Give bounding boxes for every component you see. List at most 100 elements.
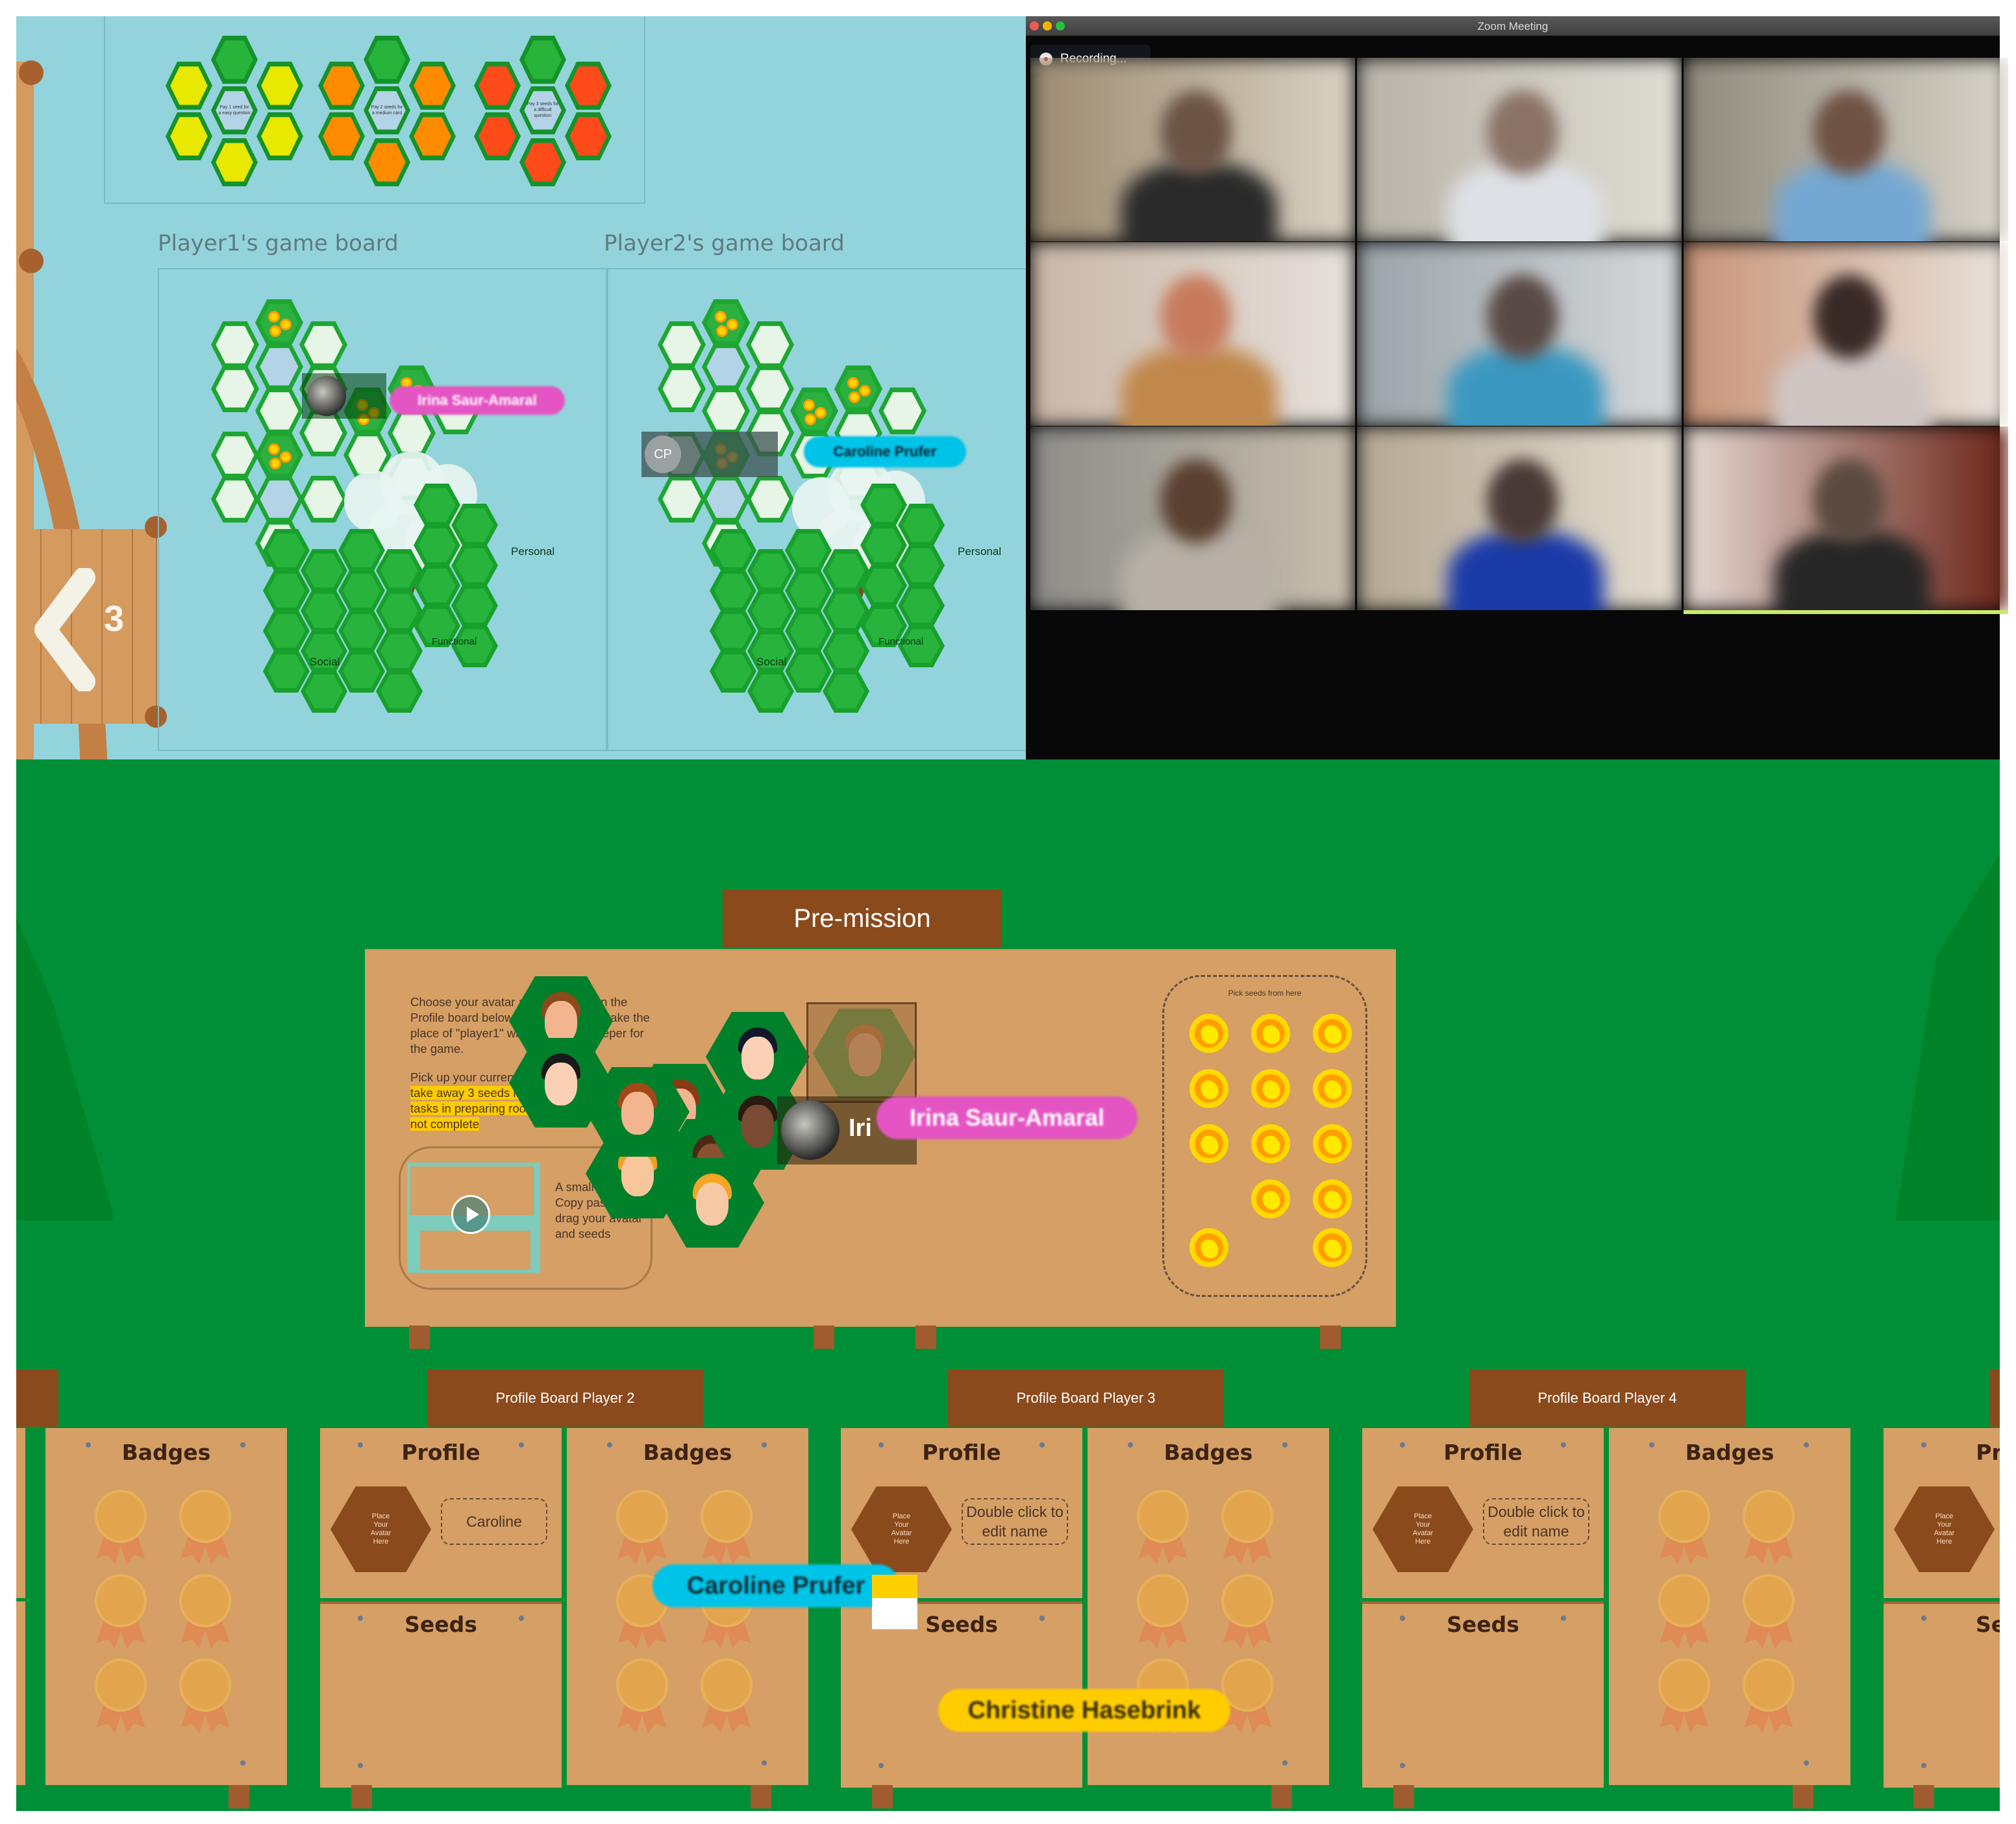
seed-coin[interactable] <box>1189 1124 1228 1163</box>
badge-slot[interactable] <box>701 1658 753 1736</box>
avatar-placeholder[interactable]: Place Your Avatar Here <box>1894 1486 1995 1572</box>
seeds-panel[interactable]: Seeds <box>1362 1601 1604 1788</box>
badge-slot[interactable] <box>1743 1574 1795 1652</box>
difficulty-cluster[interactable]: Pay 3 seeds for a difficult question <box>474 36 612 186</box>
seed-coin[interactable] <box>1251 1124 1290 1163</box>
profile-panel[interactable]: ProfiPlace Your Avatar HereD t <box>1884 1428 2000 1598</box>
hex-tile[interactable] <box>166 62 212 110</box>
participant-video-tile[interactable] <box>1684 58 2008 241</box>
profile-panel[interactable]: Profile Place Your Avatar Here Double clic… <box>1362 1428 1604 1598</box>
seed-coin[interactable] <box>1313 1124 1352 1163</box>
zoom-meeting-window[interactable]: Zoom Meeting Recording... <box>1026 16 2008 759</box>
participant-video-tile[interactable] <box>1684 242 2008 426</box>
seed-token[interactable] <box>815 407 827 419</box>
badge-slot[interactable] <box>616 1658 668 1736</box>
seed-coin[interactable] <box>1251 1014 1290 1053</box>
badge-slot[interactable] <box>701 1490 753 1568</box>
play-icon[interactable] <box>451 1195 490 1234</box>
badge-slot[interactable] <box>1221 1490 1273 1568</box>
seed-token[interactable] <box>727 319 738 330</box>
selected-avatar-frame[interactable] <box>806 1002 917 1103</box>
seed-token[interactable] <box>715 311 727 323</box>
hex-tile[interactable]: Pay 3 seeds for a difficult question <box>519 86 566 134</box>
badge-slot[interactable] <box>179 1574 231 1652</box>
seed-coin[interactable] <box>1313 1228 1352 1267</box>
avatar-placeholder[interactable]: Place Your Avatar Here <box>1373 1486 1473 1572</box>
badge-slot[interactable] <box>1221 1574 1273 1652</box>
badge-slot[interactable] <box>616 1490 668 1568</box>
badge-slot[interactable] <box>95 1574 147 1652</box>
participant-video-tile[interactable] <box>1030 426 1355 610</box>
chevron-left-icon[interactable] <box>29 568 101 691</box>
difficulty-cluster[interactable]: Pay 2 seeds for a medium card <box>318 36 456 186</box>
seed-token[interactable] <box>268 311 280 323</box>
hex-tile[interactable] <box>519 36 566 84</box>
profile-panel[interactable]: Profile Place Your Avatar Here Caroline <box>320 1428 562 1598</box>
participant-video-tile[interactable] <box>1357 426 1682 610</box>
hex-tile[interactable] <box>318 62 365 110</box>
badges-panel[interactable]: Badges <box>1609 1428 1850 1785</box>
seeds-panel[interactable]: Seec <box>1884 1601 2000 1788</box>
badges-panel[interactable]: Badges <box>45 1428 287 1785</box>
hex-tile[interactable]: Pay 1 seed for a easy question <box>211 86 258 134</box>
seed-token[interactable] <box>847 377 859 389</box>
hex-tile[interactable] <box>318 112 365 160</box>
participant-video-tile[interactable] <box>1357 242 1682 426</box>
badge-slot[interactable] <box>1658 1574 1710 1652</box>
hex-tile[interactable] <box>256 62 303 110</box>
badge-slot[interactable] <box>1221 1658 1273 1736</box>
hex-tile[interactable] <box>256 112 303 160</box>
seed-coin[interactable] <box>1313 1179 1352 1218</box>
avatar-placeholder[interactable]: Place Your Avatar Here <box>851 1486 952 1572</box>
hex-tile[interactable]: Pay 2 seeds for a medium card <box>364 86 410 134</box>
participant-video-tile[interactable] <box>1357 58 1682 241</box>
dragged-avatar-photo[interactable] <box>302 373 386 419</box>
miro-board-lower[interactable]: Pre-mission Choose your avatar and repla… <box>16 759 2000 1811</box>
seed-token[interactable] <box>716 325 728 337</box>
hex-tile[interactable] <box>474 112 521 160</box>
seed-coin[interactable] <box>1313 1014 1352 1053</box>
participant-video-tile[interactable] <box>1030 242 1355 426</box>
premission-board[interactable]: Choose your avatar and replace it on the… <box>365 949 1396 1327</box>
player-name-field[interactable]: Double click to edit name <box>962 1498 1068 1545</box>
badge-slot[interactable] <box>1658 1490 1710 1568</box>
seed-token[interactable] <box>268 443 280 455</box>
hex-tile[interactable] <box>166 112 212 160</box>
seeds-panel[interactable]: Seeds <box>320 1601 562 1788</box>
seed-coin[interactable] <box>1189 1228 1228 1267</box>
miro-board-canvas[interactable]: 3 Pay 1 seed for a easy question Pay 2 se… <box>16 16 1026 759</box>
tip-video-thumbnail[interactable] <box>407 1163 540 1273</box>
badge-slot[interactable] <box>1743 1658 1795 1736</box>
player-name-field[interactable]: Caroline <box>441 1498 547 1545</box>
hex-tile[interactable] <box>409 62 456 110</box>
seed-token[interactable] <box>804 413 816 425</box>
difficulty-cluster[interactable]: Pay 1 seed for a easy question <box>166 36 303 186</box>
hex-tile[interactable] <box>565 112 612 160</box>
document-thumbnail[interactable] <box>872 1575 917 1629</box>
seed-token[interactable] <box>803 399 815 411</box>
badge-slot[interactable] <box>1137 1490 1189 1568</box>
seeds-panel[interactable] <box>16 1601 25 1785</box>
badge-slot[interactable] <box>179 1658 231 1736</box>
badge-slot[interactable] <box>95 1658 147 1736</box>
dragged-avatar-cp[interactable]: CP <box>641 432 778 477</box>
participant-video-tile[interactable] <box>1030 58 1355 241</box>
seed-coin[interactable] <box>1189 1069 1228 1108</box>
seed-token[interactable] <box>859 385 871 397</box>
participant-video-tile[interactable] <box>1684 426 2008 614</box>
avatar-placeholder[interactable]: Place Your Avatar Here <box>330 1486 431 1572</box>
badge-slot[interactable] <box>95 1490 147 1568</box>
hex-tile[interactable] <box>364 36 410 84</box>
seed-token[interactable] <box>280 319 292 330</box>
seed-token[interactable] <box>269 325 281 337</box>
profile-panel[interactable] <box>16 1428 25 1598</box>
badge-slot[interactable] <box>179 1490 231 1568</box>
seed-token[interactable] <box>849 391 860 403</box>
badge-slot[interactable] <box>1743 1490 1795 1568</box>
seed-coin[interactable] <box>1189 1014 1228 1053</box>
hex-tile[interactable] <box>409 112 456 160</box>
hex-tile[interactable] <box>211 36 258 84</box>
hex-tile[interactable] <box>565 62 612 110</box>
window-titlebar[interactable]: Zoom Meeting <box>1026 16 2000 36</box>
seed-coin[interactable] <box>1251 1069 1290 1108</box>
